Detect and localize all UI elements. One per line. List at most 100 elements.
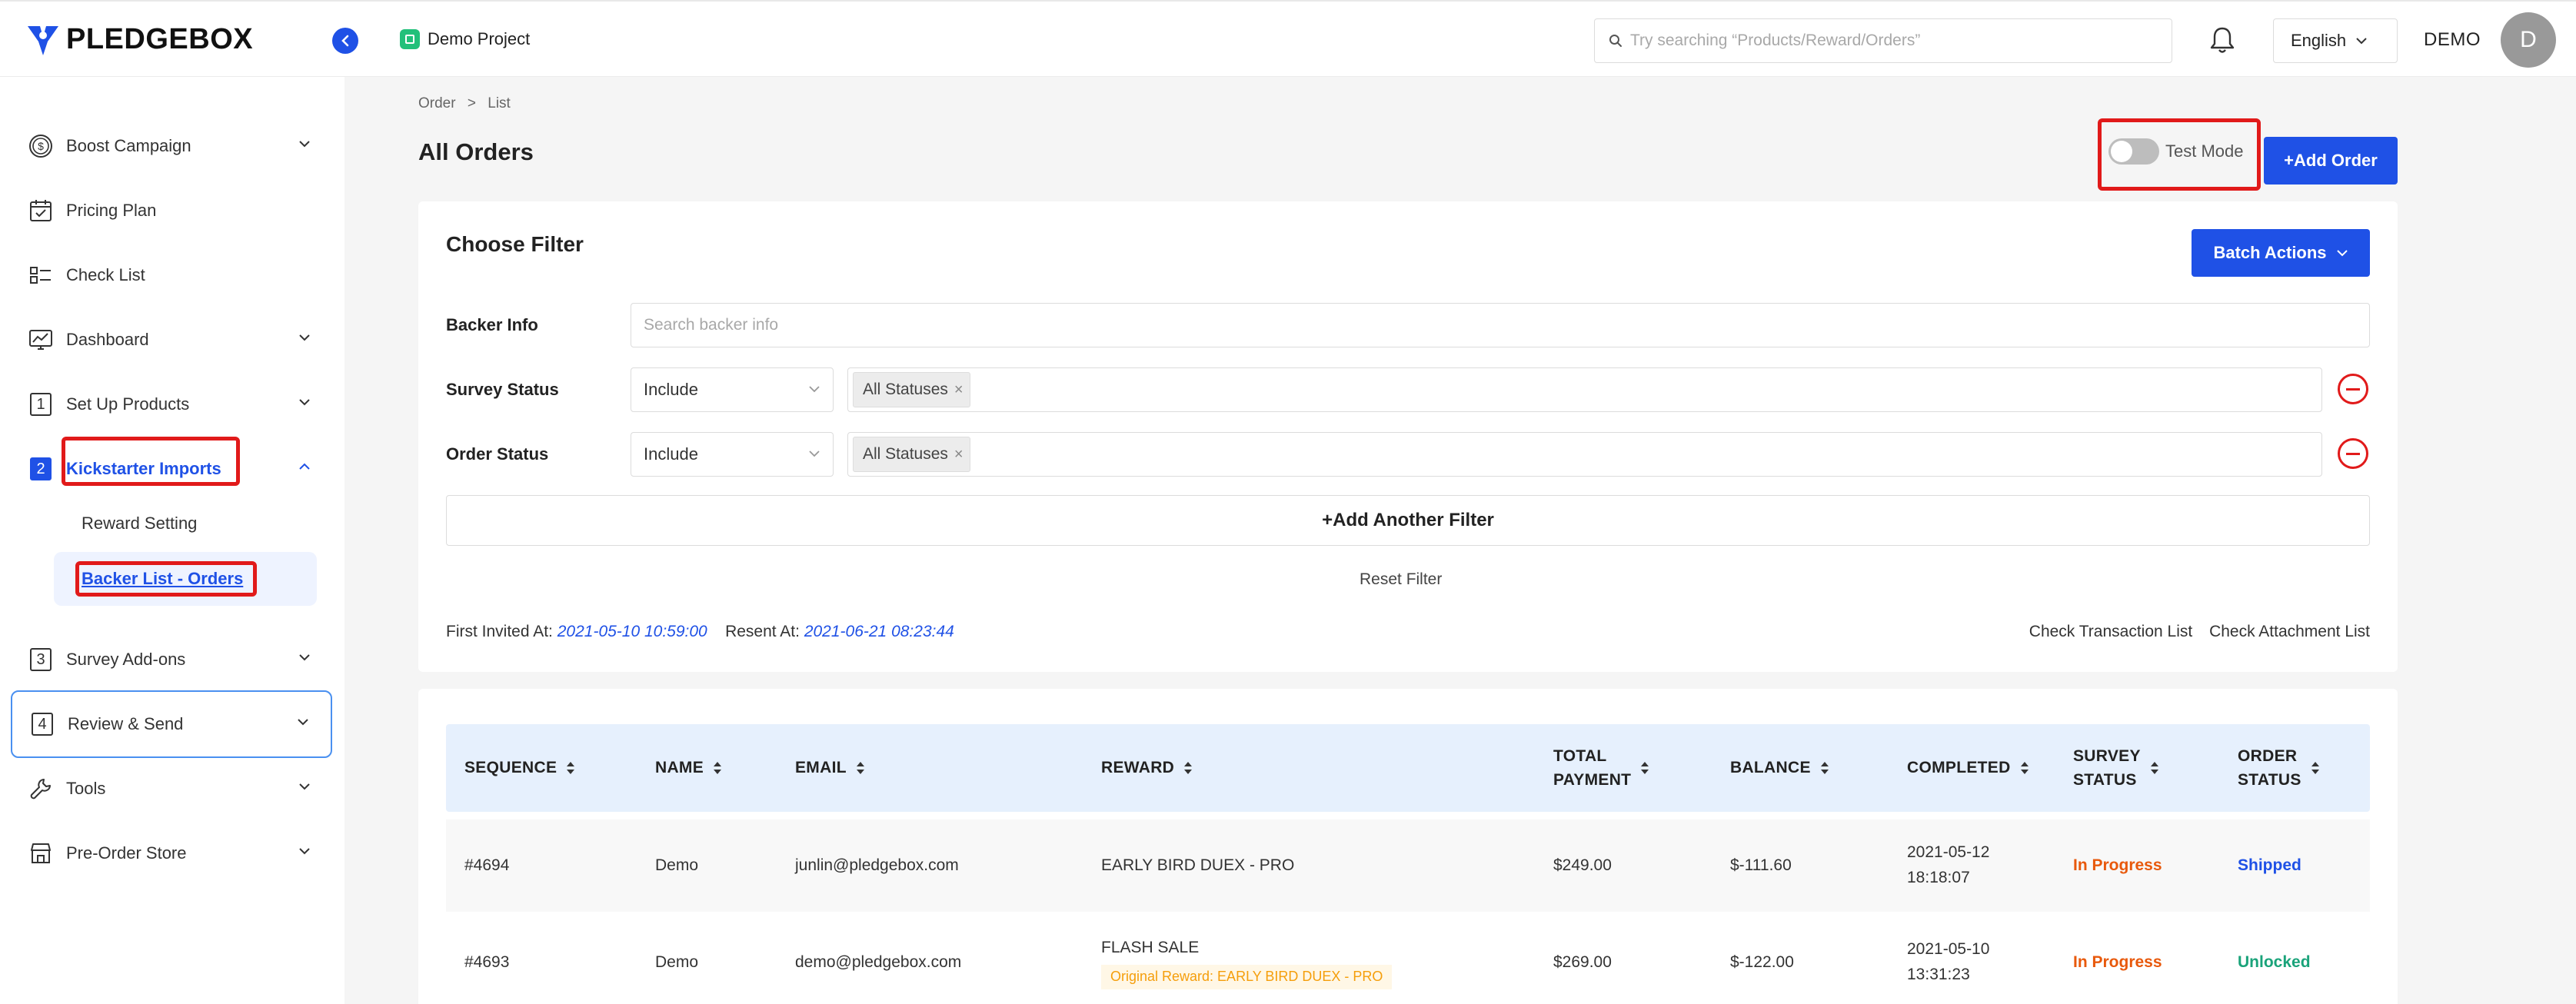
wrench-icon	[28, 776, 54, 802]
step-3-icon: 3	[30, 648, 52, 671]
cell-total-payment: $269.00	[1553, 952, 1612, 971]
avatar[interactable]: D	[2501, 12, 2556, 68]
remove-order-filter-button[interactable]	[2338, 438, 2368, 469]
cell-balance: $-122.00	[1730, 952, 1794, 971]
col-header-label: BALANCE	[1730, 759, 1811, 777]
collapse-sidebar-button[interactable]	[332, 28, 358, 54]
cell-email: demo@pledgebox.com	[795, 952, 962, 971]
sort-icon	[2311, 762, 2319, 774]
cell-sequence[interactable]: #4693	[464, 916, 509, 1004]
remove-survey-filter-button[interactable]	[2338, 374, 2368, 404]
global-search[interactable]	[1594, 18, 2172, 63]
calendar-check-icon	[28, 198, 54, 224]
language-label: English	[2291, 31, 2347, 50]
project-selector[interactable]: Demo Project	[400, 29, 530, 49]
cell-order-status: Unlocked	[2238, 952, 2311, 971]
sidebar-item-set-up-products[interactable]: 1 Set Up Products	[11, 372, 332, 437]
sidebar-item-label: Pre-Order Store	[66, 843, 187, 863]
col-header-label: EMAIL	[795, 759, 847, 777]
pledgebox-logo[interactable]: PLEDGEBOX	[25, 22, 253, 57]
check-links: Check Transaction List Check Attachment …	[2017, 623, 2370, 641]
user-name[interactable]: DEMO	[2424, 29, 2481, 51]
sidebar-item-tools[interactable]: Tools	[11, 756, 332, 821]
sidebar-item-label: Kickstarter Imports	[66, 459, 221, 478]
col-header-label: SURVEY STATUS	[2073, 744, 2141, 793]
sidebar-item-kickstarter-imports[interactable]: 2 Kickstarter Imports	[11, 437, 332, 501]
col-header-order-status[interactable]: ORDER STATUS	[2238, 724, 2320, 812]
col-header-survey-status[interactable]: SURVEY STATUS	[2073, 724, 2159, 812]
tag-remove-icon[interactable]: ×	[954, 446, 964, 464]
sidebar-subitem-reward-setting[interactable]: Reward Setting	[54, 497, 317, 550]
cell-total-payment: $249.00	[1553, 856, 1612, 874]
add-order-button[interactable]: +Add Order	[2264, 137, 2398, 185]
cell-sequence[interactable]: #4694	[464, 819, 509, 912]
table-header: SEQUENCE NAME EMAIL REWARD TOTAL PAYMENT …	[446, 724, 2370, 812]
sidebar: $ Boost Campaign Pricing Plan Check List…	[0, 77, 344, 1004]
sidebar-item-check-list[interactable]: Check List	[11, 243, 332, 308]
cell-name: Demo	[655, 856, 699, 874]
sort-icon	[2150, 762, 2158, 774]
sidebar-subitem-backer-list-orders[interactable]: Backer List - Orders	[54, 552, 317, 606]
check-transaction-list-link[interactable]: Check Transaction List	[2029, 623, 2192, 640]
sidebar-item-survey-add-ons[interactable]: 3 Survey Add-ons	[11, 627, 332, 692]
sidebar-item-dashboard[interactable]: Dashboard	[11, 308, 332, 372]
language-select[interactable]: English	[2273, 18, 2398, 63]
backer-info-field[interactable]	[631, 303, 2370, 347]
col-header-completed[interactable]: COMPLETED	[1907, 724, 2029, 812]
step-2-icon: 2	[30, 457, 52, 480]
sidebar-item-pricing-plan[interactable]: Pricing Plan	[11, 178, 332, 243]
col-header-label-line: STATUS	[2073, 771, 2137, 789]
add-another-filter-button[interactable]: +Add Another Filter	[446, 495, 2370, 546]
breadcrumb-order[interactable]: Order	[418, 95, 456, 111]
tag-remove-icon[interactable]: ×	[954, 381, 964, 399]
sidebar-item-boost-campaign[interactable]: $ Boost Campaign	[11, 114, 332, 178]
sort-icon	[856, 762, 864, 774]
completed-date: 2021-05-12	[1907, 843, 1990, 862]
sidebar-item-label: Set Up Products	[66, 394, 190, 414]
svg-text:$: $	[38, 140, 44, 152]
reset-filter-button[interactable]: Reset Filter	[1360, 570, 1442, 589]
sidebar-subitem-label: Backer List - Orders	[82, 569, 244, 588]
backer-info-input[interactable]	[644, 316, 2335, 334]
survey-status-include-select[interactable]: Include	[631, 367, 834, 412]
toggle-switch[interactable]	[2108, 138, 2159, 165]
sidebar-item-review-send[interactable]: 4 Review & Send	[11, 690, 332, 758]
batch-actions-button[interactable]: Batch Actions	[2192, 229, 2370, 277]
col-header-sequence[interactable]: SEQUENCE	[464, 724, 575, 812]
logo-text: PLEDGEBOX	[66, 22, 254, 55]
test-mode-toggle[interactable]: Test Mode	[2108, 138, 2244, 165]
survey-status-tags[interactable]: All Statuses ×	[847, 367, 2322, 412]
col-header-balance[interactable]: BALANCE	[1730, 724, 1829, 812]
project-icon	[400, 29, 420, 49]
resent-label: Resent At:	[725, 623, 800, 640]
col-header-total-payment[interactable]: TOTAL PAYMENT	[1553, 724, 1649, 812]
sidebar-item-pre-order-store[interactable]: Pre-Order Store	[11, 821, 332, 886]
col-header-label-line: TOTAL	[1553, 746, 1607, 765]
completed-date: 2021-05-10	[1907, 940, 1990, 959]
order-status-tags[interactable]: All Statuses ×	[847, 432, 2322, 477]
table-row[interactable]: #4694 Demo junlin@pledgebox.com EARLY BI…	[446, 819, 2370, 912]
chevron-down-icon	[2356, 38, 2367, 45]
col-header-name[interactable]: NAME	[655, 724, 722, 812]
batch-actions-label: Batch Actions	[2213, 243, 2327, 262]
chevron-down-icon	[299, 141, 310, 148]
table-row[interactable]: #4693 Demo demo@pledgebox.com FLASH SALE…	[446, 916, 2370, 1004]
minus-icon	[2346, 387, 2360, 391]
order-status-include-select[interactable]: Include	[631, 432, 834, 477]
checklist-icon	[28, 262, 54, 288]
col-header-label-line: PAYMENT	[1553, 771, 1632, 789]
check-attachment-list-link[interactable]: Check Attachment List	[2209, 623, 2370, 640]
sort-icon	[2020, 762, 2029, 774]
chevron-down-icon	[299, 654, 310, 661]
chevron-down-icon	[809, 450, 820, 457]
cell-completed: 2021-05-12 18:18:07	[1907, 819, 1989, 912]
col-header-email[interactable]: EMAIL	[795, 724, 865, 812]
bell-icon[interactable]	[2208, 25, 2236, 55]
sort-icon	[1184, 762, 1193, 774]
col-header-reward[interactable]: REWARD	[1101, 724, 1193, 812]
cell-order-status: Shipped	[2238, 856, 2301, 874]
dollar-circle-icon: $	[28, 133, 54, 159]
order-status-label: Order Status	[446, 444, 549, 464]
cell-reward: FLASH SALE Original Reward: EARLY BIRD D…	[1101, 916, 1393, 1004]
search-input[interactable]	[1630, 32, 2153, 50]
